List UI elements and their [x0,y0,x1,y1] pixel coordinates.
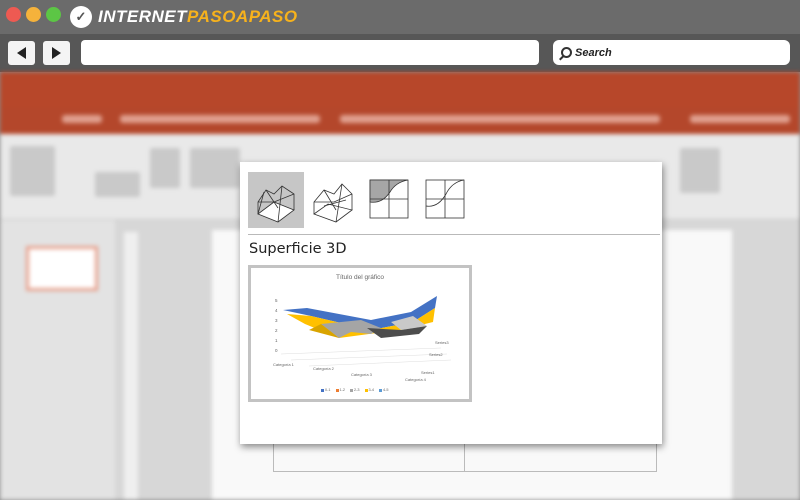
surface-3d-filled-icon [257,185,295,223]
legend-item: 3-4 [364,388,374,392]
logo-badge-icon: ✓ [70,6,92,28]
contour-wireframe-icon [425,179,465,219]
arrow-right-icon [52,47,61,59]
slide-thumbnail [26,246,98,291]
close-window-button[interactable] [6,7,21,22]
chart-subtype-title: Superficie 3D [249,241,347,257]
legend-item: 4-5 [379,388,389,392]
forward-button[interactable] [43,41,70,65]
x-category-label: Categoría 2 [313,366,334,371]
subtype-contour-wireframe[interactable] [422,172,478,228]
z-series-label: Series3 [435,340,449,345]
vertical-ruler [124,232,138,500]
contour-filled-icon [369,179,409,219]
minimize-window-button[interactable] [26,7,41,22]
subtype-contour[interactable] [364,172,420,228]
z-series-label: Series2 [429,352,443,357]
subtype-surface-3d-wireframe[interactable] [306,172,362,228]
browser-title-bar: ✓ INTERNETPASOAPASO [0,0,800,34]
logo-text: INTERNETPASOAPASO [98,7,298,26]
back-button[interactable] [8,41,35,65]
gallery-separator [248,234,660,235]
x-category-label: Categoría 4 [405,377,426,382]
search-icon [561,47,572,58]
address-bar[interactable] [81,40,539,65]
surface-3d-chart [280,296,452,367]
z-series-label: Series1 [421,370,435,375]
maximize-window-button[interactable] [46,7,61,22]
surface-3d-wireframe-icon [313,183,353,223]
subtype-surface-3d[interactable] [248,172,304,228]
chart-legend: 0-1 1-2 2-3 3-4 4-5 [321,388,389,392]
chart-preview[interactable]: Título del gráfico 5 4 3 2 1 0 Categoría… [248,265,472,402]
site-logo: ✓ INTERNETPASOAPASO [70,5,298,29]
search-placeholder: Search [575,46,612,59]
legend-item: 1-2 [335,388,345,392]
arrow-left-icon [17,47,26,59]
legend-item: 2-3 [350,388,360,392]
search-input[interactable]: Search [553,40,790,65]
x-category-label: Categoría 1 [273,362,294,367]
legend-item: 0-1 [321,388,331,392]
x-category-label: Categoría 3 [351,372,372,377]
chart-type-gallery: Superficie 3D Título del gráfico 5 4 3 2… [240,162,662,444]
